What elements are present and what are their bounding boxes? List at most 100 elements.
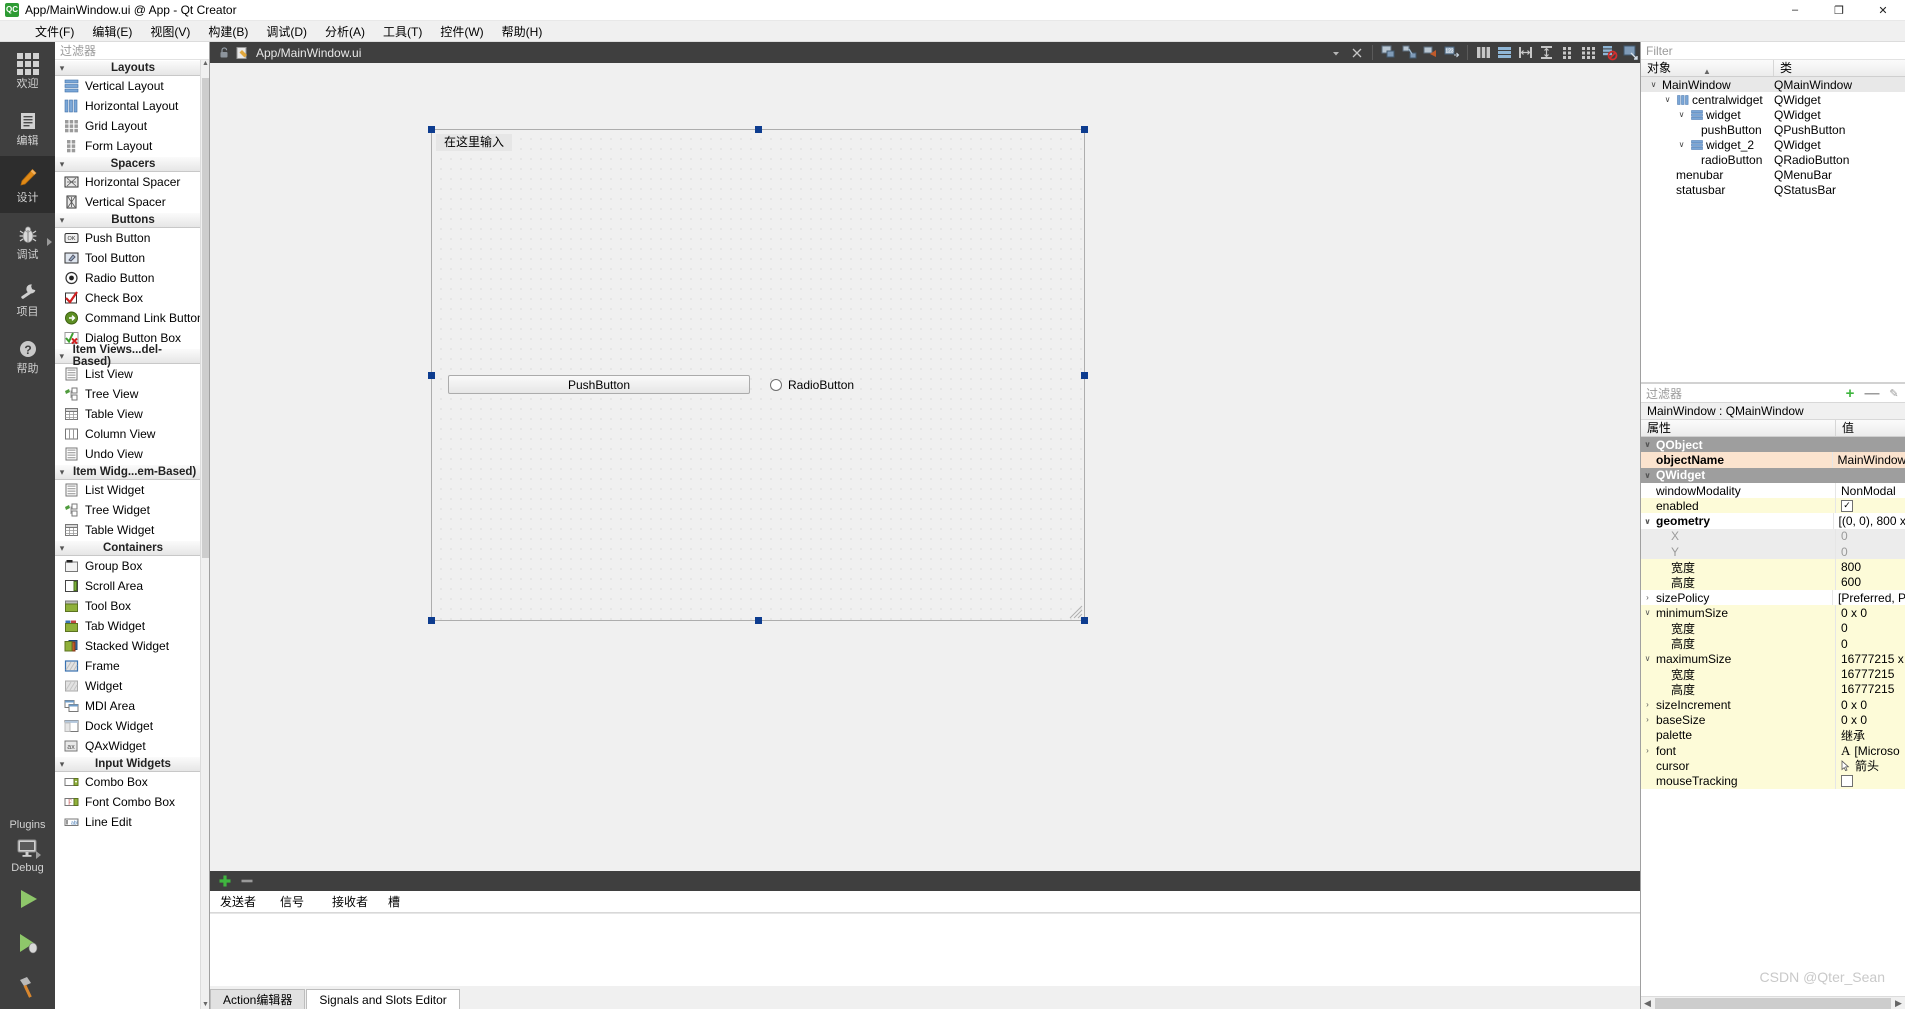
push-button-preview[interactable]: PushButton [448,375,750,394]
kit-expand-arrow-icon[interactable] [35,851,41,859]
property-value-cell[interactable]: 继承 [1836,728,1905,743]
menu-item-tools[interactable]: 工具(T) [374,21,431,42]
widget-item-list-widget[interactable]: List Widget [55,480,209,500]
table-row[interactable]: ∨ maximumSize 16777215 x [1641,651,1905,667]
remove-property-button[interactable]: — [1861,384,1883,403]
mode-edit[interactable]: 编辑 [0,99,55,156]
widget-item-vertical-layout[interactable]: Vertical Layout [55,76,209,96]
selection-handle-middle-left[interactable] [428,372,435,379]
table-row[interactable]: ∨ geometry [(0, 0), 800 x [1641,513,1905,529]
main-window-form[interactable]: 在这里输入 PushButton RadioButton [431,129,1085,621]
dropdown-arrow-icon[interactable] [1326,43,1345,62]
menu-item-help[interactable]: 帮助(H) [493,21,552,42]
property-value-cell[interactable]: 16777215 [1836,682,1905,697]
widget-item-grid-layout[interactable]: Grid Layout [55,116,209,136]
selection-handle-bottom-center[interactable] [755,617,762,624]
table-row[interactable]: pushButton QPushButton [1641,122,1905,137]
widget-category-item-widgets[interactable]: ▾ Item Widg...em-Based) [55,464,209,480]
widget-category-layouts[interactable]: ▾ Layouts [55,60,209,76]
object-tree-rows[interactable]: ∨ MainWindow QMainWindow ∨ centralwidget… [1641,77,1905,382]
table-row[interactable]: windowModality NonModal [1641,482,1905,499]
property-value-cell[interactable]: NonModal [1836,483,1905,498]
expander-icon[interactable]: ∨ [1641,471,1654,480]
table-row[interactable]: statusbar QStatusBar [1641,182,1905,197]
table-row[interactable]: ∨ QObject [1641,437,1905,453]
value-column-header[interactable]: 值 [1836,420,1905,436]
widget-item-frame[interactable]: Frame [55,656,209,676]
widget-item-tool-box[interactable]: Tool Box [55,596,209,616]
widget-item-push-button[interactable]: OK Push Button [55,228,209,248]
menu-item-view[interactable]: 视图(V) [141,21,199,42]
table-row[interactable]: enabled ✓ [1641,498,1905,514]
table-row[interactable]: 高度 0 [1641,635,1905,652]
mouse-tracking-checkbox[interactable] [1841,775,1853,788]
widget-item-group-box[interactable]: Group Box [55,556,209,576]
minimize-button[interactable]: – [1773,0,1817,21]
expander-icon[interactable]: ∨ [1641,440,1654,449]
menu-item-build[interactable]: 构建(B) [199,21,257,42]
property-horizontal-scrollbar[interactable]: ◀ ▶ [1641,996,1905,1009]
widget-item-combo-box[interactable]: Combo Box [55,772,209,792]
table-row[interactable]: cursor 箭头 [1641,758,1905,774]
selection-handle-top-right[interactable] [1081,126,1088,133]
scrollbar-thumb[interactable] [202,78,209,558]
widget-item-radio-button[interactable]: Radio Button [55,268,209,288]
tab-signals-and-slots-editor[interactable]: Signals and Slots Editor [306,989,460,1009]
edit-widgets-icon[interactable] [1379,43,1398,62]
property-value-cell[interactable]: ✓ [1836,498,1905,513]
table-row[interactable]: 宽度 800 [1641,559,1905,575]
object-filter-input[interactable]: Filter [1641,42,1905,60]
widget-item-column-view[interactable]: Column View [55,424,209,444]
property-value-cell[interactable]: A [Microso [1836,743,1905,758]
table-row[interactable]: radioButton QRadioButton [1641,152,1905,167]
table-row[interactable]: ∨ minimumSize 0 x 0 [1641,605,1905,621]
property-value-cell[interactable]: 0 x 0 [1836,605,1905,620]
widget-item-table-view[interactable]: Table View [55,404,209,424]
expander-icon[interactable]: › [1641,700,1654,709]
property-value-cell[interactable]: 16777215 x [1836,651,1905,666]
widget-box-filter-input[interactable]: 过滤器 [55,42,209,60]
widget-item-qaxwidget[interactable]: ax QAxWidget [55,736,209,756]
widget-item-stacked-widget[interactable]: Stacked Widget [55,636,209,656]
widget-box-scrollbar[interactable]: ▲ ▼ [200,60,209,1009]
maximize-button[interactable]: ❐ [1817,0,1861,21]
configure-property-button[interactable]: ✎ [1883,384,1905,403]
table-row[interactable]: › font A [Microso [1641,742,1905,759]
expander-icon[interactable]: › [1641,593,1654,602]
selection-handle-top-center[interactable] [755,126,762,133]
widget-item-tool-button[interactable]: Tool Button [55,248,209,268]
menu-item-widgets[interactable]: 控件(W) [431,21,492,42]
menu-item-debug[interactable]: 调试(D) [257,21,316,42]
add-property-button[interactable]: + [1839,384,1861,403]
menu-item-file[interactable]: 文件(F) [26,21,83,42]
widget-item-undo-view[interactable]: Undo View [55,444,209,464]
selection-handle-top-left[interactable] [428,126,435,133]
table-row[interactable]: 宽度 16777215 [1641,666,1905,682]
mode-debug[interactable]: 调试 [0,213,55,270]
expander-icon[interactable]: ∨ [1641,654,1654,663]
property-rows[interactable]: ∨ QObject objectName MainWindow ∨ QWidget … [1641,437,1905,996]
class-column-header[interactable]: 类 [1774,60,1905,76]
close-button[interactable]: ✕ [1861,0,1905,21]
expander-icon[interactable]: ∨ [1676,140,1687,149]
property-value-cell[interactable]: 0 x 0 [1836,697,1905,712]
property-column-header[interactable]: 属性 [1641,420,1836,436]
widget-item-tree-view[interactable]: Tree View [55,384,209,404]
adjust-size-icon[interactable] [1621,43,1640,62]
property-value-cell[interactable]: 16777215 [1836,666,1905,681]
widget-category-spacers[interactable]: ▾ Spacers [55,156,209,172]
widget-item-font-combo-box[interactable]: F Font Combo Box [55,792,209,812]
widget-item-form-layout[interactable]: Form Layout [55,136,209,156]
menu-item-analyze[interactable]: 分析(A) [316,21,374,42]
table-row[interactable]: ∨ QWidget [1641,467,1905,483]
table-row[interactable]: ∨ widget_2 QWidget [1641,137,1905,152]
expander-icon[interactable]: ∨ [1676,110,1687,119]
property-value-cell[interactable]: [(0, 0), 800 x [1834,513,1905,528]
build-button[interactable] [0,965,55,1009]
break-layout-icon[interactable] [1600,43,1619,62]
layout-grid-icon[interactable] [1579,43,1598,62]
widget-category-item-views[interactable]: ▾ Item Views...del-Based) [55,344,209,368]
radio-button-preview[interactable]: RadioButton [770,375,854,394]
widget-item-horizontal-layout[interactable]: Horizontal Layout [55,96,209,116]
property-value-cell[interactable]: MainWindow [1833,452,1905,467]
